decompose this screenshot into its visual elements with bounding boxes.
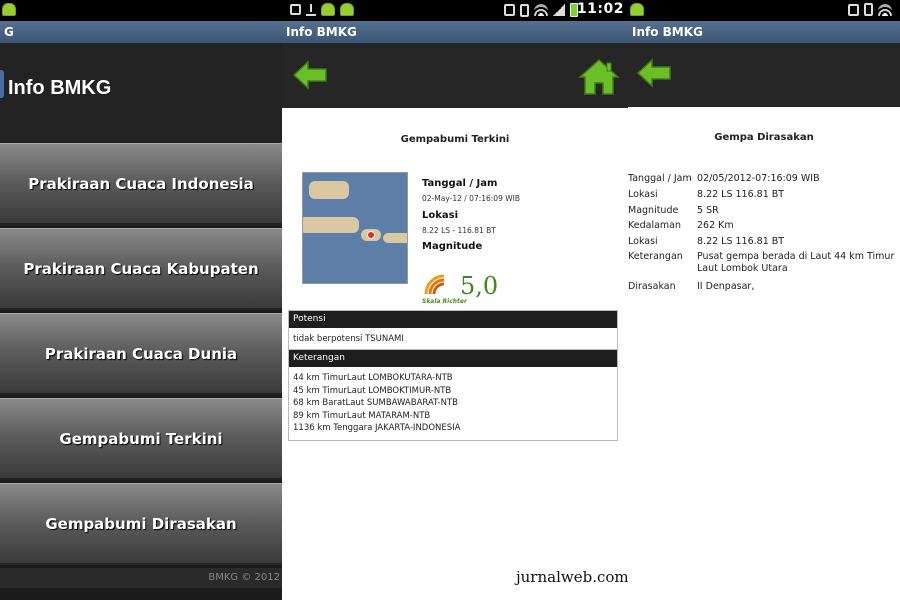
screen-gempa-dirasakan: Info BMKG Gempa Dirasakan Tanggal / Jam … <box>628 0 900 600</box>
android-icon <box>321 3 335 16</box>
list-item: 45 km TimurLaut LOMBOKTIMUR-NTB <box>293 385 452 396</box>
status-time: 11:02 <box>576 1 624 17</box>
detail-row: Kedalaman 262 Km <box>628 220 900 232</box>
list-item: 89 km TimurLaut MATARAM-NTB <box>293 410 431 421</box>
screen-gempabumi-terkini: 11:02 Info BMKG Gempabumi Terkini Tangga… <box>282 0 628 600</box>
datetime-label: Tanggal / Jam <box>422 178 498 189</box>
title-bar: Info BMKG <box>628 21 900 43</box>
page-heading: Gempa Dirasakan <box>714 132 814 143</box>
title-bar: Info BMKG <box>282 21 628 43</box>
detail-value: Pusat gempa berada di Laut 44 km Timur L… <box>697 251 895 274</box>
wifi-icon <box>534 4 548 16</box>
detail-value: 8.22 LS 116.81 BT <box>697 236 785 247</box>
detail-label: Keterangan <box>628 251 683 262</box>
download-icon <box>306 3 316 16</box>
footer-text: BMKG © 2012 <box>208 572 280 583</box>
potensi-text: tidak berpotensi TSUNAMI <box>289 328 617 351</box>
magnitude-value: 5,0 <box>460 272 499 300</box>
location-value: 8.22 LS - 116.81 BT <box>422 226 496 235</box>
keterangan-box: Keterangan 44 km TimurLaut LOMBOKUTARA-N… <box>288 349 618 441</box>
android-icon <box>340 3 354 16</box>
menu-prakiraan-cuaca-dunia[interactable]: Prakiraan Cuaca Dunia <box>0 313 282 395</box>
detail-value: 02/05/2012-07:16:09 WIB <box>697 173 820 184</box>
android-icon <box>630 3 644 16</box>
richter-scale-icon <box>424 274 452 296</box>
detail-value: 5 SR <box>697 205 719 216</box>
earthquake-map[interactable] <box>302 172 408 284</box>
detail-row: Tanggal / Jam 02/05/2012-07:16:09 WIB <box>628 173 900 185</box>
menu-gempabumi-terkini[interactable]: Gempabumi Terkini <box>0 398 282 480</box>
app-title: Info BMKG <box>8 77 112 99</box>
potensi-header: Potensi <box>289 311 617 328</box>
wifi-icon <box>878 3 892 16</box>
detail-label: Lokasi <box>628 189 658 200</box>
mute-icon <box>848 3 859 16</box>
menu-prakiraan-cuaca-indonesia[interactable]: Prakiraan Cuaca Indonesia <box>0 143 282 225</box>
watermark: jurnalweb.com <box>516 568 628 586</box>
android-icon <box>2 3 16 16</box>
list-item: 1136 km Tenggara JAKARTA-INDONESIA <box>293 423 461 433</box>
checkbox-notification-icon <box>290 4 301 15</box>
detail-value: 8.22 LS 116.81 BT <box>697 189 785 200</box>
epicenter-marker <box>367 231 375 239</box>
detail-label: Magnitude <box>628 205 679 216</box>
keterangan-header: Keterangan <box>289 350 617 367</box>
page-heading: Gempabumi Terkini <box>400 134 510 145</box>
location-label: Lokasi <box>422 210 459 221</box>
detail-row: Dirasakan II Denpasar, <box>628 281 900 293</box>
status-bar: 11:02 <box>282 0 628 21</box>
app-logo-icon <box>0 70 4 98</box>
list-item: 44 km TimurLaut LOMBOKUTARA-NTB <box>293 373 453 383</box>
title-bar: G <box>0 21 282 43</box>
vibrate-icon <box>520 3 529 17</box>
potensi-box: Potensi tidak berpotensi TSUNAMI <box>288 310 618 352</box>
menu-gempabumi-dirasakan[interactable]: Gempabumi Dirasakan <box>0 483 282 565</box>
home-icon[interactable] <box>578 58 620 96</box>
detail-row: Magnitude 5 SR <box>628 205 900 217</box>
magnitude-label: Magnitude <box>422 241 483 252</box>
signal-icon <box>553 4 565 16</box>
vibrate-icon <box>864 3 873 16</box>
list-item: 68 km BaratLaut SUMBAWABARAT-NTB <box>293 398 458 408</box>
toolbar <box>282 43 628 108</box>
detail-row: Lokasi 8.22 LS 116.81 BT <box>628 189 900 201</box>
back-arrow-icon[interactable] <box>292 60 328 90</box>
mute-icon <box>504 4 515 16</box>
detail-value: II Denpasar, <box>697 281 755 292</box>
back-arrow-icon[interactable] <box>636 58 672 88</box>
screen-main-menu: G Info BMKG Prakiraan Cuaca Indonesia Pr… <box>0 0 282 600</box>
detail-label: Kedalaman <box>628 220 682 231</box>
detail-label: Dirasakan <box>628 281 676 292</box>
datetime-value: 02-May-12 / 07:16:09 WIB <box>422 194 521 203</box>
status-bar <box>0 0 282 21</box>
detail-label: Tanggal / Jam <box>628 173 692 184</box>
detail-value: 262 Km <box>697 220 734 231</box>
status-bar <box>628 0 900 21</box>
detail-row: Keterangan Pusat gempa berada di Laut 44… <box>628 251 900 275</box>
detail-row: Lokasi 8.22 LS 116.81 BT <box>628 236 900 248</box>
detail-label: Lokasi <box>628 236 658 247</box>
keterangan-list: 44 km TimurLaut LOMBOKUTARA-NTB 45 km Ti… <box>289 367 617 440</box>
menu-prakiraan-cuaca-kabupaten[interactable]: Prakiraan Cuaca Kabupaten <box>0 228 282 310</box>
